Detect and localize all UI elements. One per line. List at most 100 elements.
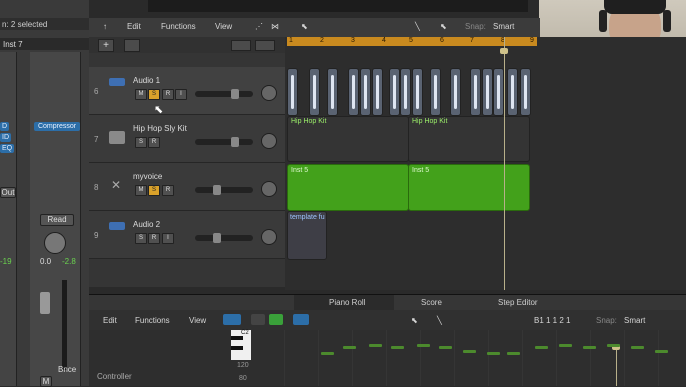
- solo-button[interactable]: S: [148, 89, 160, 100]
- record-button[interactable]: R: [148, 137, 160, 148]
- playhead[interactable]: [504, 37, 505, 290]
- midi-note[interactable]: [507, 352, 520, 355]
- midi-note[interactable]: [559, 344, 572, 347]
- audio-slice-region[interactable]: [287, 68, 298, 116]
- volume-fader[interactable]: [40, 292, 50, 314]
- record-button[interactable]: R: [162, 89, 174, 100]
- edit-menu[interactable]: Edit: [127, 22, 141, 31]
- audio-slice-region[interactable]: [372, 68, 383, 116]
- track-pan-knob[interactable]: [261, 181, 277, 197]
- midi-note[interactable]: [655, 350, 668, 353]
- audio-slice-region[interactable]: [470, 68, 481, 116]
- pr-pointer-icon[interactable]: ⬉: [411, 316, 418, 325]
- audio-slice-region[interactable]: [348, 68, 359, 116]
- midi-note[interactable]: [607, 344, 620, 347]
- tab-score[interactable]: Score: [421, 298, 442, 307]
- midi-note[interactable]: [391, 346, 404, 349]
- midi-note[interactable]: [463, 350, 476, 353]
- midi-note[interactable]: [535, 346, 548, 349]
- audio-slice-region[interactable]: [400, 68, 411, 116]
- output-button[interactable]: Out: [0, 187, 16, 198]
- track-pan-knob[interactable]: [261, 133, 277, 149]
- input-monitor-button[interactable]: I: [162, 233, 174, 244]
- audio-slice-region[interactable]: [412, 68, 423, 116]
- region-template[interactable]: template fu: [287, 211, 327, 260]
- tab-step-editor[interactable]: Step Editor: [498, 298, 538, 307]
- track-row-audio-1[interactable]: 6 Audio 1 M S R I: [89, 67, 285, 115]
- audio-slice-region[interactable]: [520, 68, 531, 116]
- mute-button[interactable]: M: [135, 89, 147, 100]
- input-monitor-button[interactable]: I: [175, 89, 187, 100]
- track-row-myvoice[interactable]: 8 ✕ myvoice M S R: [89, 163, 285, 211]
- track-pan-knob[interactable]: [261, 85, 277, 101]
- audio-slice-region[interactable]: [360, 68, 371, 116]
- filter-icon[interactable]: [293, 314, 309, 325]
- region-hip-hop-kit-2[interactable]: Hip Hop Kit: [408, 116, 530, 162]
- midi-note[interactable]: [321, 352, 334, 355]
- eq-label-id[interactable]: ID: [0, 133, 11, 142]
- header-option-button[interactable]: [231, 40, 251, 51]
- header-collapse-button[interactable]: [255, 40, 275, 51]
- track-row-hip-hop-kit[interactable]: 7 Hip Hop Sly Kit S R: [89, 115, 285, 163]
- region-inst-5-1[interactable]: Inst 5: [287, 164, 409, 211]
- track-volume-fader[interactable]: [195, 233, 253, 243]
- audio-slice-region[interactable]: [482, 68, 493, 116]
- track-volume-fader[interactable]: [195, 137, 253, 147]
- record-button[interactable]: R: [162, 185, 174, 196]
- mute-button-inspector[interactable]: M: [40, 376, 52, 387]
- midi-in-icon[interactable]: [223, 314, 241, 325]
- midi-note[interactable]: [417, 344, 430, 347]
- eq-label-d[interactable]: D: [0, 122, 10, 131]
- midi-note[interactable]: [439, 346, 452, 349]
- pr-edit-menu[interactable]: Edit: [103, 316, 117, 325]
- pr-pencil-icon[interactable]: ╲: [437, 316, 442, 325]
- duplicate-track-button[interactable]: [124, 39, 140, 52]
- solo-button[interactable]: S: [148, 185, 160, 196]
- read-automation-button[interactable]: Read: [40, 214, 74, 226]
- audio-slice-region[interactable]: [389, 68, 400, 116]
- pointer-tool-icon[interactable]: ⬉: [301, 22, 308, 31]
- arrange-pointer-icon[interactable]: ⬉: [440, 22, 447, 31]
- add-track-button[interactable]: +: [98, 39, 114, 52]
- midi-note[interactable]: [343, 346, 356, 349]
- pan-knob[interactable]: [44, 232, 66, 254]
- region-hip-hop-kit-1[interactable]: Hip Hop Kit: [287, 116, 409, 162]
- pr-snap-value[interactable]: Smart: [624, 316, 645, 325]
- solo-button[interactable]: S: [135, 233, 147, 244]
- solo-button[interactable]: S: [135, 137, 147, 148]
- pr-view-menu[interactable]: View: [189, 316, 206, 325]
- midi-note[interactable]: [583, 346, 596, 349]
- region-inst-5-2[interactable]: Inst 5: [408, 164, 530, 211]
- flex-icon[interactable]: ⋈: [271, 22, 279, 31]
- track-pan-knob[interactable]: [261, 229, 277, 245]
- audio-slice-region[interactable]: [430, 68, 441, 116]
- catch-playhead-icon[interactable]: [269, 314, 283, 325]
- track-volume-fader[interactable]: [195, 185, 253, 195]
- audio-slice-region[interactable]: [309, 68, 320, 116]
- track-row-audio-2[interactable]: 9 Audio 2 S R I: [89, 211, 285, 259]
- functions-menu[interactable]: Functions: [161, 22, 196, 31]
- snap-value[interactable]: Smart: [493, 22, 514, 31]
- eq-label-eq[interactable]: EQ: [0, 144, 15, 153]
- midi-note[interactable]: [369, 344, 382, 347]
- audio-slice-region[interactable]: [450, 68, 461, 116]
- bounce-label[interactable]: Bnce: [58, 365, 76, 374]
- midi-note[interactable]: [487, 352, 500, 355]
- catch-icon[interactable]: ⋰: [255, 22, 263, 31]
- playhead-handle[interactable]: [500, 48, 508, 54]
- mute-button[interactable]: M: [135, 185, 147, 196]
- toolbar-back-icon[interactable]: ↑: [103, 22, 107, 31]
- compressor-slot[interactable]: Compressor: [34, 122, 80, 131]
- track-volume-fader[interactable]: [195, 89, 253, 99]
- tab-piano-roll[interactable]: Piano Roll: [294, 295, 394, 310]
- pencil-tool-icon[interactable]: ╲: [415, 22, 420, 31]
- link-icon[interactable]: [251, 314, 265, 325]
- midi-note[interactable]: [631, 346, 644, 349]
- pr-functions-menu[interactable]: Functions: [135, 316, 170, 325]
- view-menu[interactable]: View: [215, 22, 232, 31]
- audio-slice-region[interactable]: [507, 68, 518, 116]
- bar-ruler[interactable]: 1 2 3 4 5 6 7 8 9: [287, 37, 537, 46]
- audio-slice-region[interactable]: [327, 68, 338, 116]
- audio-slice-region[interactable]: [493, 68, 504, 116]
- record-button[interactable]: R: [148, 233, 160, 244]
